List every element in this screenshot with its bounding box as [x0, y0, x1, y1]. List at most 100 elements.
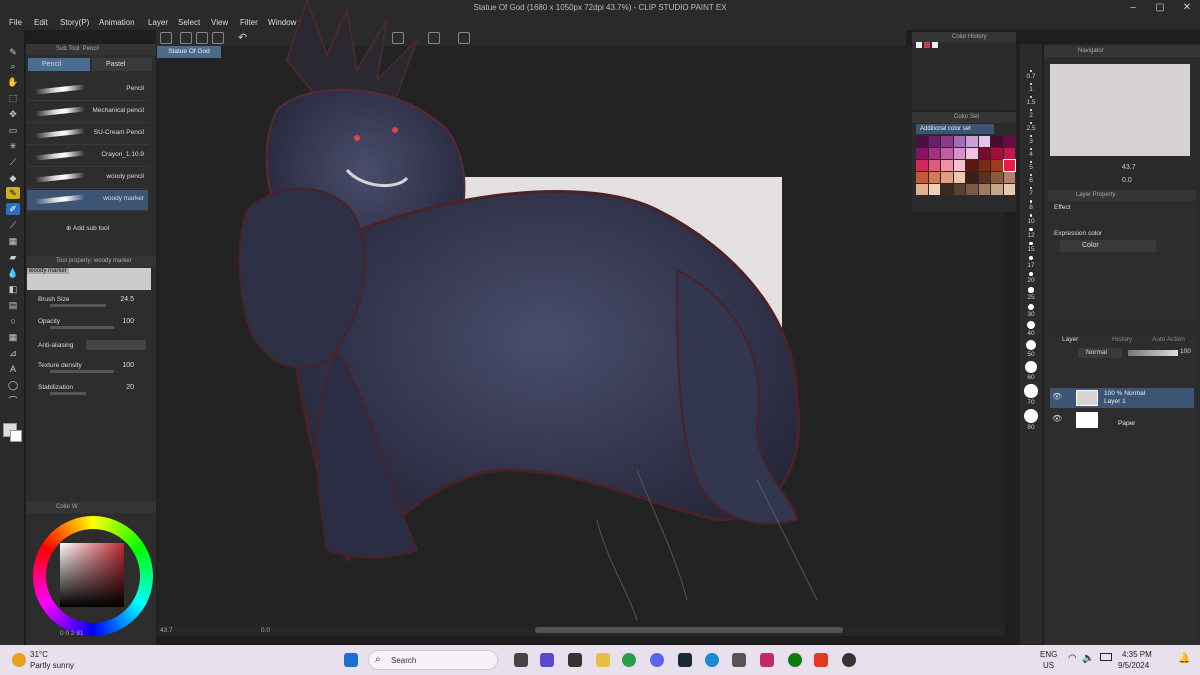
add-sub-tool-button[interactable]: ⊕ Add sub tool	[66, 224, 109, 232]
brush-size-dot[interactable]	[1027, 303, 1035, 310]
brush-size-dot[interactable]	[1030, 161, 1032, 163]
close-button[interactable]: ✕	[1174, 0, 1200, 16]
brush-size-dot[interactable]	[1030, 96, 1032, 98]
menu-animation[interactable]: Animation	[99, 16, 135, 30]
brush-icon[interactable]: ✐	[6, 203, 20, 215]
anti-aliasing-row[interactable]: Anti-aliasing	[38, 340, 150, 350]
blend-mode-dropdown[interactable]: Normal	[1078, 348, 1122, 358]
navigator-zoom[interactable]: 43.7	[1122, 164, 1136, 171]
horizontal-scrollbar[interactable]	[535, 627, 843, 633]
frame-icon[interactable]: ▦	[6, 331, 20, 343]
balloon-icon[interactable]: ◯	[6, 379, 20, 391]
decoration-icon[interactable]: ▦	[6, 235, 20, 247]
brush-item-selected[interactable]: woody marker	[27, 190, 148, 211]
correct-line-icon[interactable]: ⌒	[6, 395, 20, 407]
brush-size-dot[interactable]	[1024, 384, 1038, 398]
navigator-angle[interactable]: 0.0	[1122, 177, 1132, 184]
brush-size-row[interactable]: Brush Size 24.5	[38, 296, 150, 307]
brush-size-dot[interactable]	[1028, 287, 1034, 293]
notification-bell-icon[interactable]: 🔔	[1178, 653, 1190, 664]
volume-icon[interactable]: 🔈	[1082, 653, 1094, 664]
operation-icon[interactable]: ⬚	[6, 92, 20, 104]
tab-history[interactable]: History	[1112, 336, 1132, 343]
eyedropper-icon[interactable]: ⟋	[6, 156, 20, 168]
tab-auto-action[interactable]: Auto Action	[1152, 336, 1185, 343]
texture-density-value[interactable]: 100	[122, 362, 134, 369]
battery-icon[interactable]	[1100, 653, 1112, 661]
weather-icon[interactable]	[12, 653, 26, 667]
file-explorer-icon[interactable]	[596, 653, 610, 667]
task-view-icon[interactable]	[514, 653, 528, 667]
maximize-button[interactable]: ▢	[1147, 0, 1173, 16]
auto-select-icon[interactable]: ✳	[6, 140, 20, 152]
brush-size-dot[interactable]	[1030, 148, 1032, 150]
selection-icon[interactable]: ▭	[6, 124, 20, 136]
tab-pencil[interactable]: Pencil	[28, 58, 90, 71]
brush-size-dot[interactable]	[1024, 408, 1038, 423]
brush-size-dot[interactable]	[1030, 83, 1032, 85]
tab-pastel[interactable]: Pastel	[92, 58, 152, 71]
eye-icon[interactable]: 👁	[1052, 392, 1062, 401]
move-icon[interactable]: ✥	[6, 108, 20, 120]
chrome-icon[interactable]	[622, 653, 636, 667]
expression-color-dropdown[interactable]: Color	[1060, 240, 1156, 252]
zoom-value[interactable]: 43.7	[160, 627, 173, 634]
brush-size-dot[interactable]	[1030, 70, 1032, 72]
store-icon[interactable]	[732, 653, 746, 667]
brush-size-dot[interactable]	[1029, 200, 1033, 203]
text-icon[interactable]: A	[6, 363, 20, 375]
brush-size-dot[interactable]	[1029, 227, 1033, 231]
eye-icon[interactable]: 👁	[1052, 414, 1062, 423]
blend-icon[interactable]: 💧	[6, 267, 20, 279]
brush-size-dot[interactable]	[1029, 187, 1033, 190]
brush-size-dot[interactable]	[1026, 340, 1036, 351]
brush-size-value[interactable]: 24.5	[120, 296, 134, 303]
zoom-icon[interactable]: ⌕	[6, 60, 20, 72]
xbox-icon[interactable]	[788, 653, 802, 667]
minimize-button[interactable]: –	[1120, 0, 1146, 16]
region[interactable]: US	[1043, 661, 1054, 670]
brush-item[interactable]: Mechanical pencil	[27, 102, 148, 123]
brush-item[interactable]: Crayon_1.10.9	[27, 146, 148, 167]
opacity-value[interactable]: 100	[122, 318, 134, 325]
brush-item[interactable]: woody pencil	[27, 168, 148, 189]
brush-size-dot[interactable]	[1029, 241, 1033, 246]
edge-icon[interactable]	[705, 653, 719, 667]
history-swatch[interactable]	[916, 42, 922, 48]
brush-size-dot[interactable]	[1029, 174, 1033, 177]
language[interactable]: ENG	[1040, 650, 1057, 659]
stabilization-row[interactable]: Stabilization 20	[38, 384, 150, 395]
wifi-icon[interactable]: ◠	[1068, 653, 1077, 664]
brush-size-dot[interactable]	[1026, 321, 1036, 330]
history-swatch[interactable]	[924, 42, 930, 48]
fill-bucket-icon[interactable]: ◧	[6, 283, 20, 295]
opacity-row[interactable]: Opacity 100	[38, 318, 150, 329]
app2-icon[interactable]	[842, 653, 856, 667]
menu-edit[interactable]: Edit	[34, 16, 48, 30]
sub-color-swatch[interactable]	[10, 430, 22, 442]
brush-size-dot[interactable]	[1028, 271, 1034, 277]
airbrush-icon[interactable]: ⟋	[6, 219, 20, 231]
layer-row[interactable]: 👁 Paper	[1050, 410, 1194, 430]
windows-start-icon[interactable]	[344, 653, 358, 667]
brush-size-dot[interactable]	[1030, 109, 1032, 111]
history-swatch[interactable]	[932, 42, 938, 48]
fill-icon[interactable]: ◆	[6, 172, 20, 184]
brush-size-dot[interactable]	[1030, 122, 1032, 124]
pencil-icon[interactable]: ✎	[6, 187, 20, 199]
search-box[interactable]: ⌕ Search	[368, 650, 498, 670]
clock-date[interactable]: 9/5/2024	[1118, 661, 1149, 670]
menu-file[interactable]: File	[9, 16, 22, 30]
discord-icon[interactable]	[650, 653, 664, 667]
brush-size-dot[interactable]	[1029, 213, 1033, 217]
layer-opacity-value[interactable]: 100	[1180, 348, 1191, 355]
color-set-dropdown[interactable]: Additional color set	[916, 124, 994, 134]
operation-line-icon[interactable]: ⊿	[6, 347, 20, 359]
gradient-icon[interactable]: ▤	[6, 299, 20, 311]
brush-size-dot[interactable]	[1028, 256, 1034, 261]
menu-story[interactable]: Story(P)	[60, 16, 89, 30]
layer-row[interactable]: 👁 100 % Normal Layer 1	[1050, 388, 1194, 408]
texture-density-row[interactable]: Texture density 100	[38, 362, 150, 373]
hand-icon[interactable]: ✋	[6, 76, 20, 88]
steam-icon[interactable]	[678, 653, 692, 667]
